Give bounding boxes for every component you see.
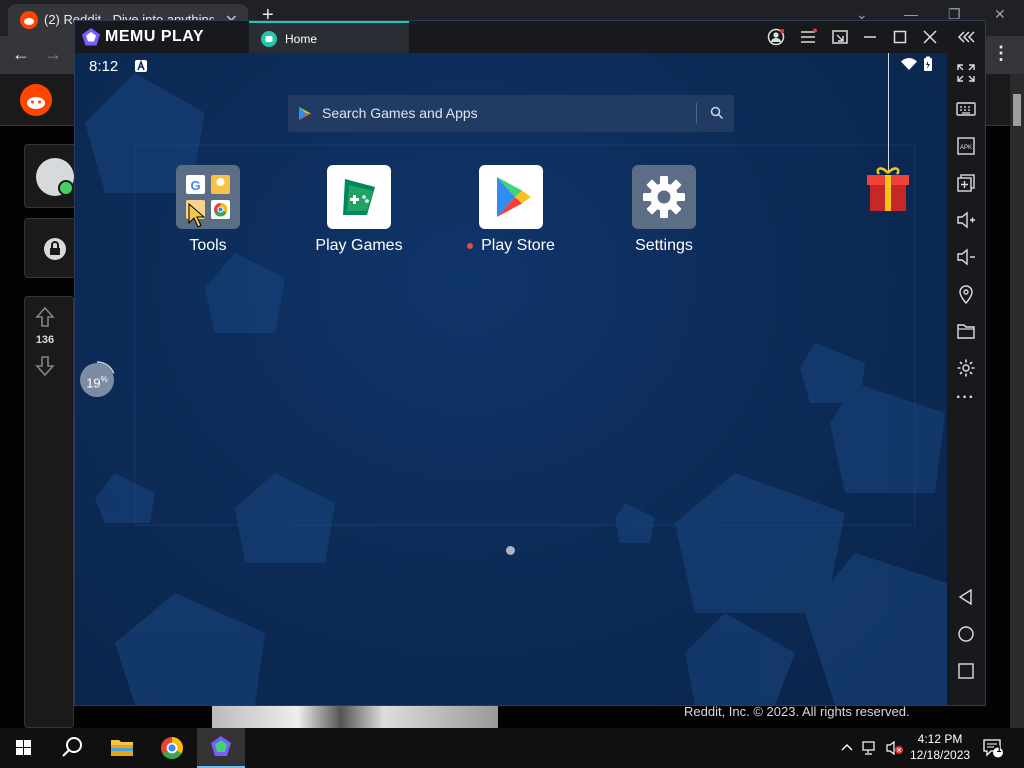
battery-icon xyxy=(923,56,933,72)
mouse-cursor-icon xyxy=(187,203,205,229)
show-hidden-icons-icon[interactable] xyxy=(840,740,854,754)
settings-icon[interactable] xyxy=(956,358,976,378)
multi-window-icon[interactable] xyxy=(831,28,849,46)
app-settings[interactable]: Settings xyxy=(609,165,719,255)
account-icon[interactable] xyxy=(767,28,785,46)
tab-home[interactable]: Home xyxy=(249,21,409,53)
close-icon[interactable]: ✕ xyxy=(994,6,1006,23)
memu-brand: MEMU PLAY xyxy=(105,28,205,45)
vote-count: 136 xyxy=(35,334,55,346)
windows-start-icon[interactable] xyxy=(0,728,48,768)
close-icon[interactable] xyxy=(921,28,939,46)
app-label: Play Games xyxy=(315,237,403,254)
search-divider xyxy=(696,103,697,124)
folder-icon[interactable] xyxy=(956,321,976,341)
more-options-icon[interactable]: ··· xyxy=(956,389,975,407)
memu-titlebar: MEMU PLAY Home xyxy=(75,21,985,53)
lock-icon xyxy=(43,237,67,261)
wallpaper xyxy=(85,73,947,705)
recents-nav-icon[interactable] xyxy=(956,661,976,681)
update-badge xyxy=(467,242,474,249)
maximize-icon[interactable] xyxy=(891,28,909,46)
home-nav-icon[interactable] xyxy=(956,624,976,644)
search-icon[interactable] xyxy=(48,728,96,768)
notification-count: 1 xyxy=(996,744,1002,754)
app-play-games[interactable]: Play Games xyxy=(304,165,414,255)
forward-button[interactable]: → xyxy=(44,44,62,65)
memu-sidebar: APK ··· xyxy=(947,53,985,705)
tools-folder-icon: G xyxy=(176,165,240,229)
apk-icon[interactable]: APK xyxy=(956,136,976,156)
scroll-thumb[interactable] xyxy=(1013,94,1021,126)
play-store-search-icon xyxy=(298,106,312,121)
volume-muted-icon[interactable] xyxy=(886,740,904,756)
system-clock[interactable]: 4:12 PM 12/18/2023 xyxy=(910,731,970,763)
minimize-icon[interactable] xyxy=(861,28,879,46)
post-thumbnail xyxy=(212,706,498,728)
gift-string xyxy=(888,53,889,171)
back-nav-icon[interactable] xyxy=(956,587,976,607)
location-icon[interactable] xyxy=(956,284,976,304)
app-tools[interactable]: G Tools xyxy=(153,165,263,255)
memu-taskbar-icon[interactable] xyxy=(197,728,245,768)
app-play-store[interactable]: Play Store xyxy=(456,165,566,255)
wifi-icon xyxy=(901,57,917,71)
home-tab-label: Home xyxy=(285,32,318,46)
app-label: Tools xyxy=(189,237,227,254)
app-label: Play Store xyxy=(456,237,566,255)
file-explorer-icon[interactable] xyxy=(98,728,146,768)
upvote-icon[interactable] xyxy=(35,306,55,328)
clock-date: 12/18/2023 xyxy=(910,748,971,762)
play-games-icon xyxy=(327,165,391,229)
downvote-icon[interactable] xyxy=(35,355,55,377)
fullscreen-icon[interactable] xyxy=(956,63,976,83)
taskbar: 4:12 PM 12/18/2023 1 xyxy=(0,728,1024,768)
clock-time: 4:12 PM xyxy=(917,732,963,746)
search-icon[interactable] xyxy=(710,106,724,120)
android-screen[interactable]: 8:12 Search Games and Apps G Tools Play … xyxy=(75,53,947,705)
menu-icon[interactable] xyxy=(799,28,817,46)
page-indicator xyxy=(506,546,515,555)
status-time: 8:12 xyxy=(89,58,119,75)
reddit-footer: Reddit, Inc. © 2023. All rights reserved… xyxy=(684,704,910,719)
back-button[interactable]: ← xyxy=(12,44,30,65)
notification-a-icon xyxy=(135,60,147,72)
settings-gear-icon xyxy=(632,165,696,229)
page-scrollbar[interactable] xyxy=(1010,74,1024,728)
progress-ring xyxy=(78,361,116,399)
memu-logo-icon xyxy=(81,27,101,47)
search-bar[interactable]: Search Games and Apps xyxy=(288,95,734,132)
collapse-sidebar-icon[interactable] xyxy=(957,28,975,46)
network-icon[interactable] xyxy=(862,740,878,756)
reddit-logo-icon[interactable] xyxy=(20,84,52,116)
volume-down-icon[interactable] xyxy=(956,247,976,267)
keyboard-icon[interactable] xyxy=(956,99,976,119)
volume-up-icon[interactable] xyxy=(956,210,976,230)
svg-text:G: G xyxy=(190,178,200,193)
gift-icon[interactable] xyxy=(865,165,911,213)
home-tab-icon xyxy=(261,31,277,47)
play-store-icon xyxy=(479,165,543,229)
search-input[interactable]: Search Games and Apps xyxy=(322,105,478,121)
reddit-favicon-icon xyxy=(20,11,38,29)
browser-menu-icon[interactable]: ⋮ xyxy=(992,43,1010,64)
app-label-text: Play Store xyxy=(481,237,555,254)
chrome-icon[interactable] xyxy=(148,728,196,768)
multi-instance-icon[interactable] xyxy=(956,173,976,193)
app-label: Settings xyxy=(635,237,693,254)
avatar xyxy=(35,157,75,197)
svg-text:APK: APK xyxy=(960,145,972,151)
memu-window: MEMU PLAY Home 8:12 Search Games and App… xyxy=(74,20,986,706)
